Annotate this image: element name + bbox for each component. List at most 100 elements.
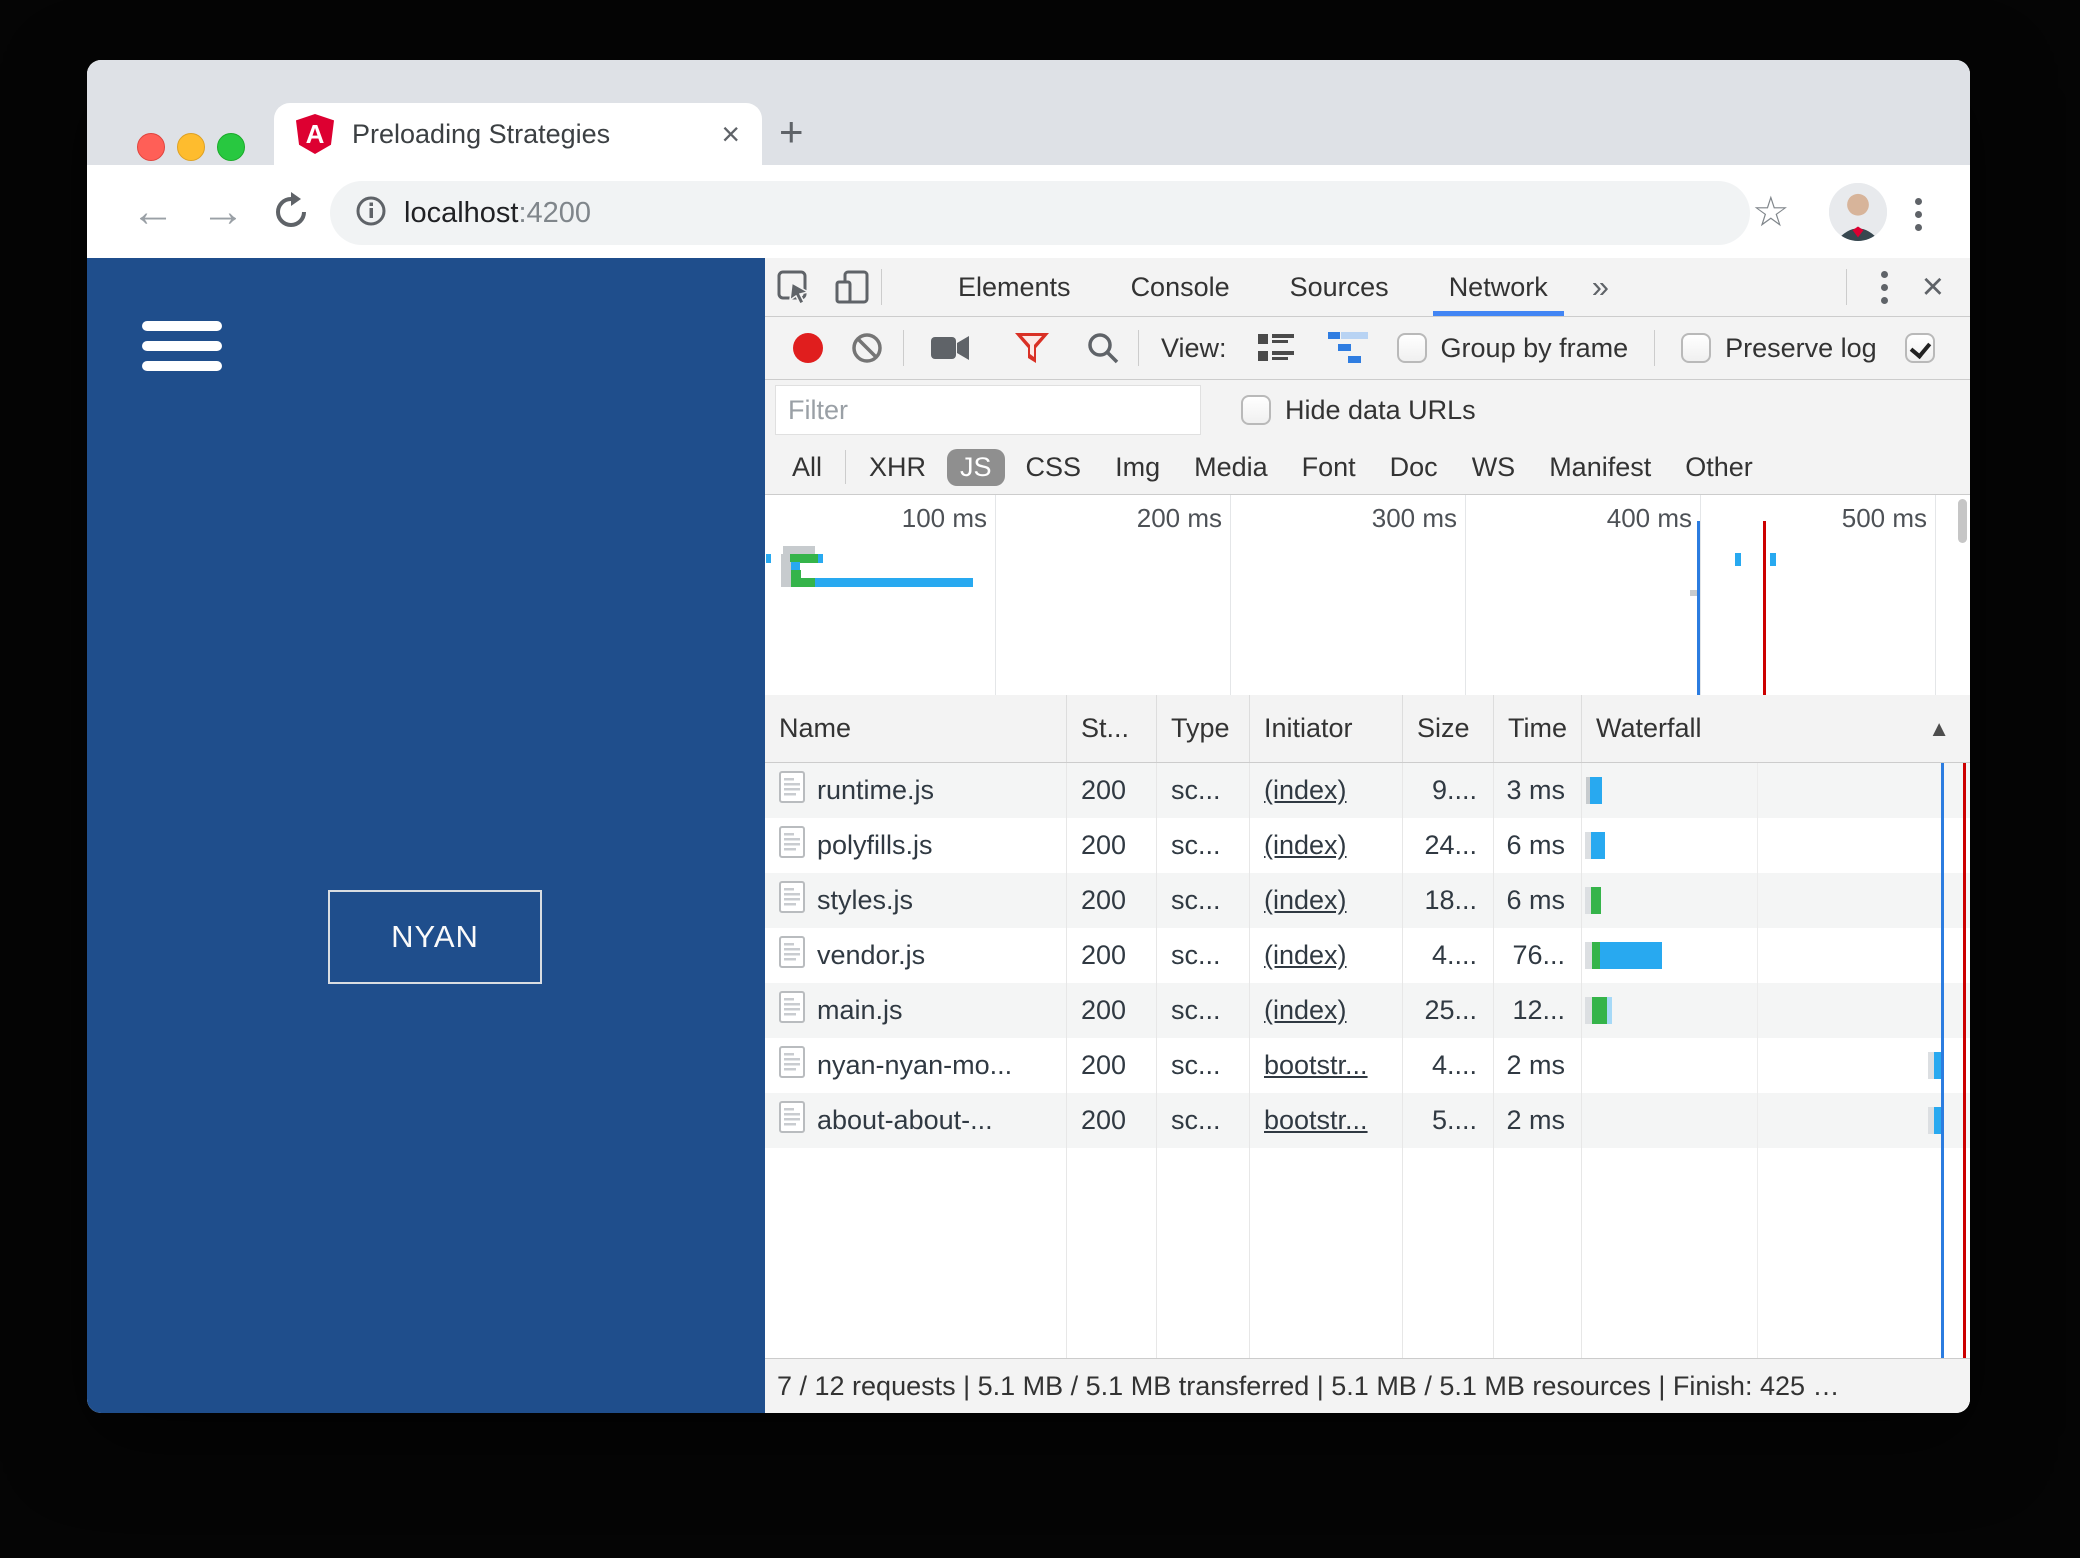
cell-time: 12...: [1494, 983, 1582, 1038]
table-row[interactable]: nyan-nyan-mo... 200 sc... bootstr... 4.... 2 …: [765, 1038, 1970, 1093]
clear-icon[interactable]: [831, 330, 903, 366]
type-filter-all[interactable]: All: [779, 449, 835, 486]
tab-close-icon[interactable]: ×: [721, 116, 740, 153]
hide-data-urls-checkbox[interactable]: [1241, 395, 1271, 425]
reload-icon[interactable]: [263, 165, 319, 258]
devtools-tab-console[interactable]: Console: [1101, 258, 1260, 316]
devtools-tab-sources[interactable]: Sources: [1260, 258, 1419, 316]
nyan-button[interactable]: NYAN: [328, 890, 542, 984]
sort-ascending-icon[interactable]: ▲: [1928, 716, 1950, 742]
initiator-link[interactable]: (index): [1264, 885, 1347, 916]
timeline-tick-label: 500 ms: [1841, 503, 1927, 533]
waterfall-bar: [1591, 887, 1601, 914]
table-row[interactable]: polyfills.js 200 sc... (index) 24... 6 ms: [765, 818, 1970, 873]
type-filter-doc[interactable]: Doc: [1377, 449, 1451, 486]
filter-funnel-icon[interactable]: [996, 331, 1068, 365]
request-name: main.js: [817, 995, 903, 1025]
devtools-menu-kebab-icon[interactable]: [1880, 270, 1888, 304]
initiator-link[interactable]: bootstr...: [1264, 1050, 1368, 1081]
table-row[interactable]: styles.js 200 sc... (index) 18... 6 ms: [765, 873, 1970, 928]
list-view-icon[interactable]: [1243, 331, 1309, 365]
waterfall-view-icon[interactable]: [1309, 330, 1387, 366]
waterfall-bar: [1934, 1052, 1943, 1079]
network-filter-input[interactable]: [775, 385, 1201, 435]
device-toolbar-icon[interactable]: [823, 258, 881, 316]
browser-tab[interactable]: A Preloading Strategies ×: [274, 103, 762, 165]
initiator-link[interactable]: (index): [1264, 775, 1347, 806]
devtools-panel: Elements Console Sources Network » × Vie…: [765, 258, 1970, 1413]
column-header-type[interactable]: Type: [1157, 695, 1250, 762]
overview-scrollbar-thumb[interactable]: [1958, 499, 1967, 543]
cell-name: polyfills.js: [765, 818, 1067, 873]
traffic-light-zoom-icon[interactable]: [217, 133, 245, 161]
overview-request-bar: [791, 570, 801, 578]
table-row[interactable]: about-about-... 200 sc... bootstr... 5.... 2 …: [765, 1093, 1970, 1148]
overview-request-bar: [781, 562, 791, 570]
file-doc-icon: [779, 1046, 805, 1085]
timeline-overview[interactable]: 100 ms 200 ms 300 ms 400 ms 500 ms: [765, 495, 1970, 696]
column-header-initiator[interactable]: Initiator: [1250, 695, 1403, 762]
more-panels-icon[interactable]: »: [1592, 269, 1609, 305]
overview-request-bar: [791, 562, 800, 570]
address-bar[interactable]: localhost:4200: [330, 181, 1750, 245]
column-header-label: Size: [1417, 713, 1470, 743]
type-filter-css[interactable]: CSS: [1013, 449, 1095, 486]
favicon-letter: A: [305, 119, 325, 149]
disable-cache-checkbox[interactable]: [1904, 333, 1935, 363]
preserve-log-checkbox[interactable]: [1681, 333, 1712, 363]
cell-initiator: (index): [1250, 873, 1403, 928]
cell-time: 2 ms: [1494, 1038, 1582, 1093]
search-icon[interactable]: [1068, 330, 1138, 366]
timeline-gridline: [1465, 495, 1466, 695]
url-port: :4200: [518, 196, 592, 229]
overview-request-bar: [791, 578, 815, 587]
waterfall-bar: [1591, 832, 1605, 859]
table-row[interactable]: main.js 200 sc... (index) 25... 12...: [765, 983, 1970, 1038]
cell-status: 200: [1067, 763, 1157, 818]
capture-screenshots-icon[interactable]: [904, 333, 996, 363]
initiator-link[interactable]: bootstr...: [1264, 1105, 1368, 1136]
column-header-waterfall[interactable]: Waterfall ▲: [1582, 695, 1970, 762]
type-filter-xhr[interactable]: XHR: [856, 449, 939, 486]
column-header-label: Name: [779, 713, 852, 743]
devtools-close-icon[interactable]: ×: [1922, 266, 1944, 309]
timeline-gridline: [1700, 495, 1701, 695]
record-icon[interactable]: [785, 333, 831, 363]
bookmark-star-icon[interactable]: ☆: [1752, 165, 1790, 258]
type-filter-ws[interactable]: WS: [1459, 449, 1529, 486]
column-header-time[interactable]: Time: [1494, 695, 1582, 762]
cell-size: 25...: [1403, 983, 1494, 1038]
initiator-link[interactable]: (index): [1264, 940, 1347, 971]
inspect-element-icon[interactable]: [765, 258, 823, 316]
back-icon[interactable]: ←: [125, 165, 181, 258]
table-row[interactable]: vendor.js 200 sc... (index) 4.... 76...: [765, 928, 1970, 983]
hamburger-menu-icon[interactable]: [142, 321, 222, 381]
group-by-frame-checkbox[interactable]: [1396, 333, 1427, 363]
column-header-st[interactable]: St...: [1067, 695, 1157, 762]
initiator-link[interactable]: (index): [1264, 830, 1347, 861]
column-header-label: Waterfall: [1596, 713, 1702, 743]
browser-menu-kebab-icon[interactable]: [1915, 198, 1922, 231]
cell-size: 5....: [1403, 1093, 1494, 1148]
traffic-light-close-icon[interactable]: [137, 133, 165, 161]
table-row[interactable]: runtime.js 200 sc... (index) 9.... 3 ms: [765, 763, 1970, 818]
devtools-tab-elements[interactable]: Elements: [928, 258, 1101, 316]
type-filter-font[interactable]: Font: [1289, 449, 1369, 486]
type-filter-js[interactable]: JS: [947, 448, 1005, 486]
overview-request-bar: [781, 578, 791, 587]
column-header-name[interactable]: Name: [765, 695, 1067, 762]
type-filter-other[interactable]: Other: [1672, 449, 1766, 486]
type-filter-img[interactable]: Img: [1102, 449, 1173, 486]
forward-icon[interactable]: →: [195, 165, 251, 258]
info-icon[interactable]: [354, 194, 388, 233]
traffic-light-minimize-icon[interactable]: [177, 133, 205, 161]
cell-type: sc...: [1157, 873, 1250, 928]
type-filter-manifest[interactable]: Manifest: [1536, 449, 1664, 486]
new-tab-button[interactable]: +: [779, 108, 804, 156]
type-filter-media[interactable]: Media: [1181, 449, 1281, 486]
initiator-link[interactable]: (index): [1264, 995, 1347, 1026]
profile-avatar[interactable]: [1829, 183, 1887, 241]
column-header-size[interactable]: Size: [1403, 695, 1494, 762]
devtools-tab-network[interactable]: Network: [1419, 258, 1578, 316]
cell-name: styles.js: [765, 873, 1067, 928]
